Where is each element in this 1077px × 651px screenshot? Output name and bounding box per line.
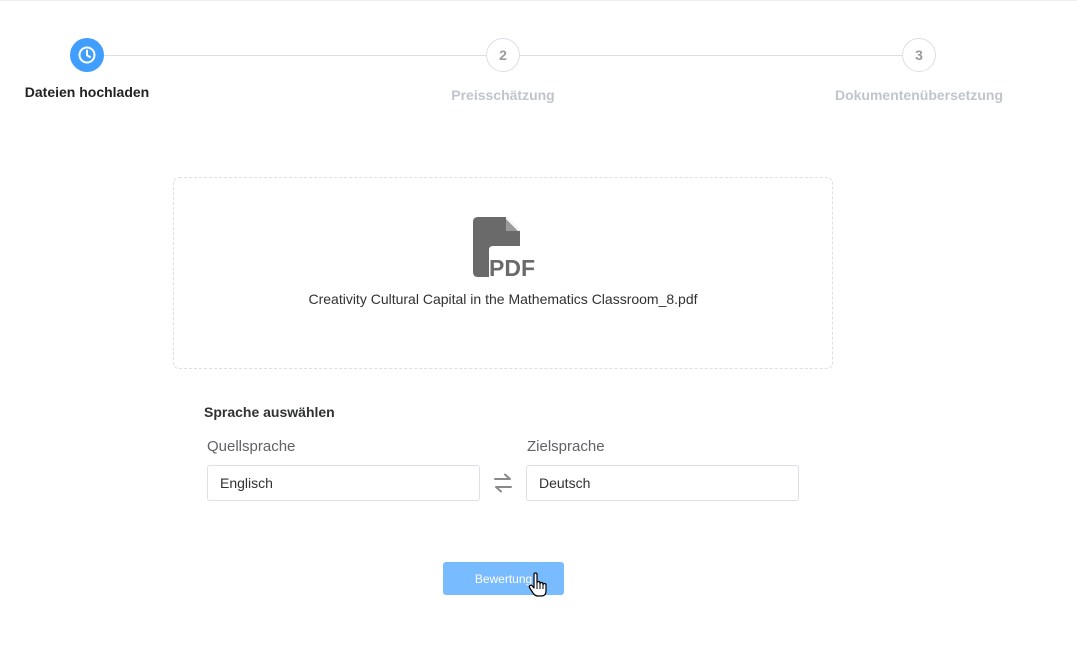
step-connector [104,55,486,56]
hand-cursor-icon [528,572,547,597]
pdf-file-icon: PDF [473,217,535,281]
uploaded-file-name: Creativity Cultural Capital in the Mathe… [308,291,698,307]
swap-arrows-icon[interactable] [492,473,514,493]
target-language-label: Zielsprache [527,438,605,455]
step-2-circle: 2 [486,38,520,72]
step-connector [520,55,902,56]
top-divider [0,0,1077,1]
pdf-icon-text: PDF [489,255,535,281]
step-1-label: Dateien hochladen [24,84,150,100]
step-1-circle [70,38,104,72]
step-2-label: Preisschätzung [451,87,555,103]
source-language-label: Quellsprache [207,438,296,455]
step-3-circle: 3 [902,38,936,72]
language-section-title: Sprache auswählen [204,404,335,420]
clock-icon [78,46,96,64]
file-upload-area[interactable]: PDF Creativity Cultural Capital in the M… [173,177,833,369]
source-language-select[interactable]: Englisch [207,465,480,501]
target-language-select[interactable]: Deutsch [526,465,799,501]
step-3-label: Dokumentenübersetzung [834,87,1003,103]
